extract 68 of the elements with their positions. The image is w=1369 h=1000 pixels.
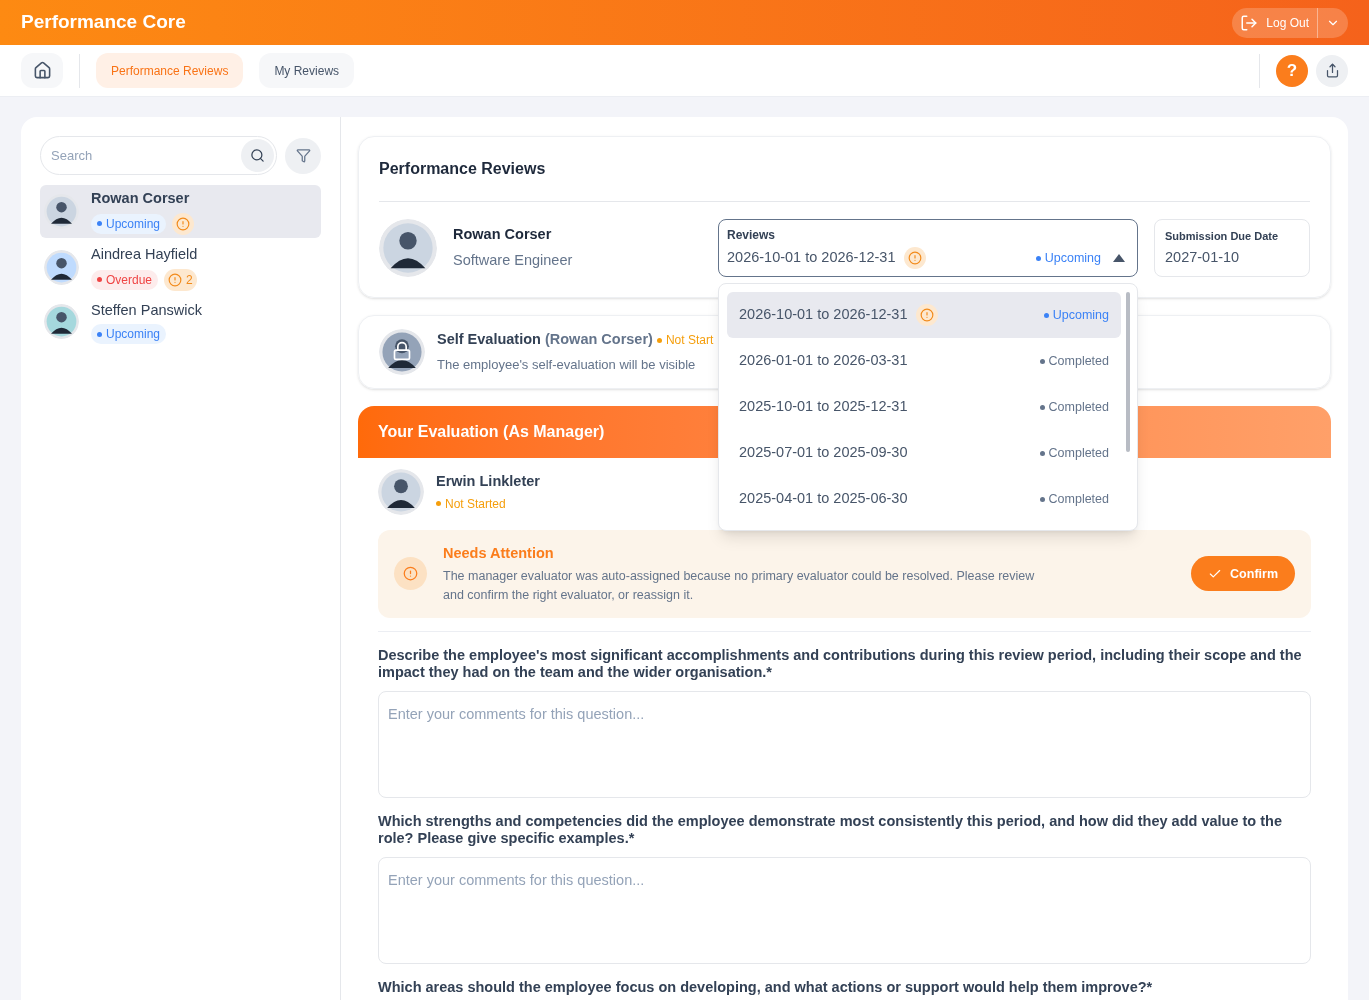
question-text: Which areas should the employee focus on developing, and what actions or support would help them improve?* xyxy=(378,978,1154,996)
status-label: Upcoming xyxy=(91,324,167,345)
logout-icon xyxy=(1240,13,1259,32)
filter-icon xyxy=(295,148,311,163)
avatar-icon xyxy=(379,219,437,277)
status-label: Not Start xyxy=(656,331,714,350)
card-title: Performance Reviews xyxy=(379,137,546,202)
employee-item[interactable]: Rowan Corser Upcoming xyxy=(40,185,321,238)
employee-name: Aindrea Hayfield xyxy=(91,244,198,264)
employee-item[interactable]: Steffen Panswick Upcoming xyxy=(40,296,321,348)
question-text: Describe the employee's most significant accomplishments and contributions during this review period, including their scope and the impact they had on the team and the wider organisation.* xyxy=(378,646,1303,681)
dropdown-option[interactable]: 2025-04-01 to 2025-06-30 Completed xyxy=(727,476,1121,522)
status-label: Upcoming xyxy=(1035,248,1101,268)
due-date-value: 2027-01-10 xyxy=(1165,247,1241,267)
dropdown-option[interactable]: 2026-01-01 to 2026-03-31 Completed xyxy=(727,338,1121,384)
status-label: Not Started xyxy=(436,494,540,513)
home-icon xyxy=(32,61,52,80)
section-title: Self Evaluation xyxy=(437,330,541,350)
avatar-icon xyxy=(378,469,424,515)
status-label: Completed xyxy=(1039,443,1109,463)
nav-tab[interactable]: My Reviews xyxy=(259,53,355,88)
warning-badge: 2 xyxy=(164,268,197,291)
select-value: 2026-10-01 to 2026-12-31 xyxy=(727,248,896,268)
description-text: The employee's self-evaluation will be visible xyxy=(437,356,697,375)
period-text: 2026-01-01 to 2026-03-31 xyxy=(739,351,908,371)
period-text: 2025-10-01 to 2025-12-31 xyxy=(739,397,908,417)
owner-name: (Rowan Corser) xyxy=(544,330,653,350)
status-label: Completed xyxy=(1039,351,1109,371)
select-label: Reviews xyxy=(727,227,777,244)
notice-title: Needs Attention xyxy=(443,544,555,563)
warning-icon xyxy=(394,557,427,591)
avatar-icon xyxy=(44,304,79,340)
dropdown-option[interactable]: 2025-07-01 to 2025-09-30 Completed xyxy=(727,430,1121,476)
dropdown-option[interactable]: 2026-10-01 to 2026-12-31 Upcoming xyxy=(727,292,1121,338)
status-label: Overdue xyxy=(91,269,159,290)
reviews-select[interactable]: Reviews 2026-10-01 to 2026-12-31 Upcoming xyxy=(718,219,1138,277)
notice-text: The manager evaluator was auto-assigned because no primary evaluator could be resolved. Please review and confirm the right evaluator, or reassign it. xyxy=(443,567,1036,604)
evaluator-name: Erwin Linkleter xyxy=(436,472,540,492)
status-label: Upcoming xyxy=(1043,305,1109,325)
avatar-icon xyxy=(379,329,425,375)
dropdown-option[interactable]: 2025-10-01 to 2025-12-31 Completed xyxy=(727,384,1121,430)
period-text: 2025-07-01 to 2025-09-30 xyxy=(739,443,908,463)
comment-field[interactable]: Enter your comments for this question... xyxy=(378,856,1311,964)
lock-icon xyxy=(392,341,412,361)
app-title: Performance Core xyxy=(21,10,186,35)
caret-up-icon xyxy=(1113,254,1125,262)
share-button[interactable] xyxy=(1316,54,1348,87)
employee-item[interactable]: Aindrea Hayfield Overdue 2 xyxy=(40,240,321,294)
section-title: Your Evaluation (As Manager) xyxy=(378,422,605,442)
employee-name: Steffen Panswick xyxy=(91,300,202,320)
search-field[interactable]: Search xyxy=(40,136,277,175)
status-label: Completed xyxy=(1039,489,1109,509)
avatar-icon xyxy=(44,249,79,285)
comment-field[interactable]: Enter your comments for this question... xyxy=(378,690,1311,798)
period-text: 2025-04-01 to 2025-06-30 xyxy=(739,489,908,509)
due-date-label: Submission Due Date xyxy=(1165,229,1280,244)
search-button[interactable] xyxy=(241,139,274,172)
share-icon xyxy=(1324,63,1340,78)
employee-name: Rowan Corser xyxy=(91,189,191,208)
filter-button[interactable] xyxy=(285,137,321,174)
home-button[interactable] xyxy=(21,53,63,88)
status-label: Completed xyxy=(1039,397,1109,417)
question-text: Which strengths and competencies did the employee demonstrate most consistently this period, and how did they add value to the role? Please give specific examples.* xyxy=(378,812,1283,847)
period-text: 2026-10-01 to 2026-12-31 xyxy=(739,305,908,325)
search-icon xyxy=(250,148,265,163)
employee-role: Software Engineer xyxy=(453,251,573,270)
status-label: Upcoming xyxy=(91,213,167,234)
employee-name: Rowan Corser xyxy=(453,225,553,245)
